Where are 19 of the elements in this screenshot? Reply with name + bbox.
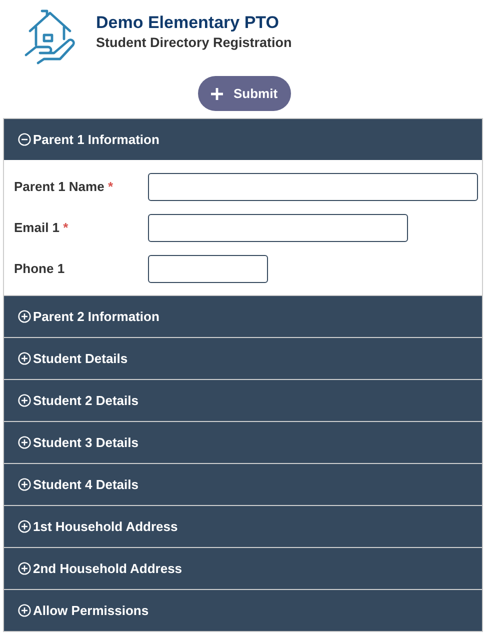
input-field[interactable] (148, 254, 268, 282)
section-header[interactable]: Parent 2 Information (4, 296, 482, 337)
plus-icon (211, 88, 224, 100)
section-header[interactable]: Student 4 Details (4, 464, 482, 505)
section-header[interactable]: Allow Permissions (4, 590, 482, 631)
field-label: Email 1 * (14, 220, 70, 235)
section-header[interactable]: 2nd Household Address (4, 548, 482, 589)
section-header[interactable]: Student 3 Details (4, 422, 482, 463)
submit-button[interactable]: Submit (198, 76, 291, 111)
input-field[interactable] (148, 214, 408, 242)
page-subtitle: Student Directory Registration (96, 35, 292, 50)
field-label: Phone 1 (14, 261, 66, 276)
section-header[interactable]: 1st Household Address (4, 506, 482, 547)
section-header[interactable]: Student 2 Details (4, 380, 482, 421)
input-field[interactable] (148, 172, 478, 200)
section-header[interactable]: Parent 1 Information (4, 119, 482, 160)
field-label: Parent 1 Name * (14, 179, 114, 194)
section-header[interactable]: Student Details (4, 338, 482, 379)
app-title: Demo Elementary PTO (96, 13, 280, 33)
